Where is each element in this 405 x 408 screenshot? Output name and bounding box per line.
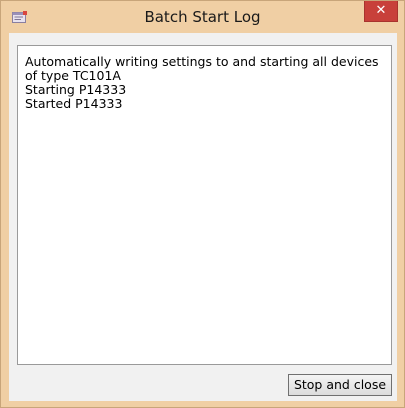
log-line: Started P14333 xyxy=(25,96,123,111)
batch-start-log-window: Batch Start Log ✕ Automatically writing … xyxy=(0,0,405,408)
log-window-icon xyxy=(12,9,27,23)
stop-and-close-button[interactable]: Stop and close xyxy=(288,374,392,396)
log-output[interactable]: Automatically writing settings to and st… xyxy=(17,45,392,365)
close-icon: ✕ xyxy=(375,3,387,18)
log-line: Automatically writing settings to and st… xyxy=(25,54,379,83)
log-line: Starting P14333 xyxy=(25,82,127,97)
close-button[interactable]: ✕ xyxy=(364,1,398,22)
title-bar[interactable]: Batch Start Log ✕ xyxy=(1,1,404,33)
window-title: Batch Start Log xyxy=(144,8,261,26)
